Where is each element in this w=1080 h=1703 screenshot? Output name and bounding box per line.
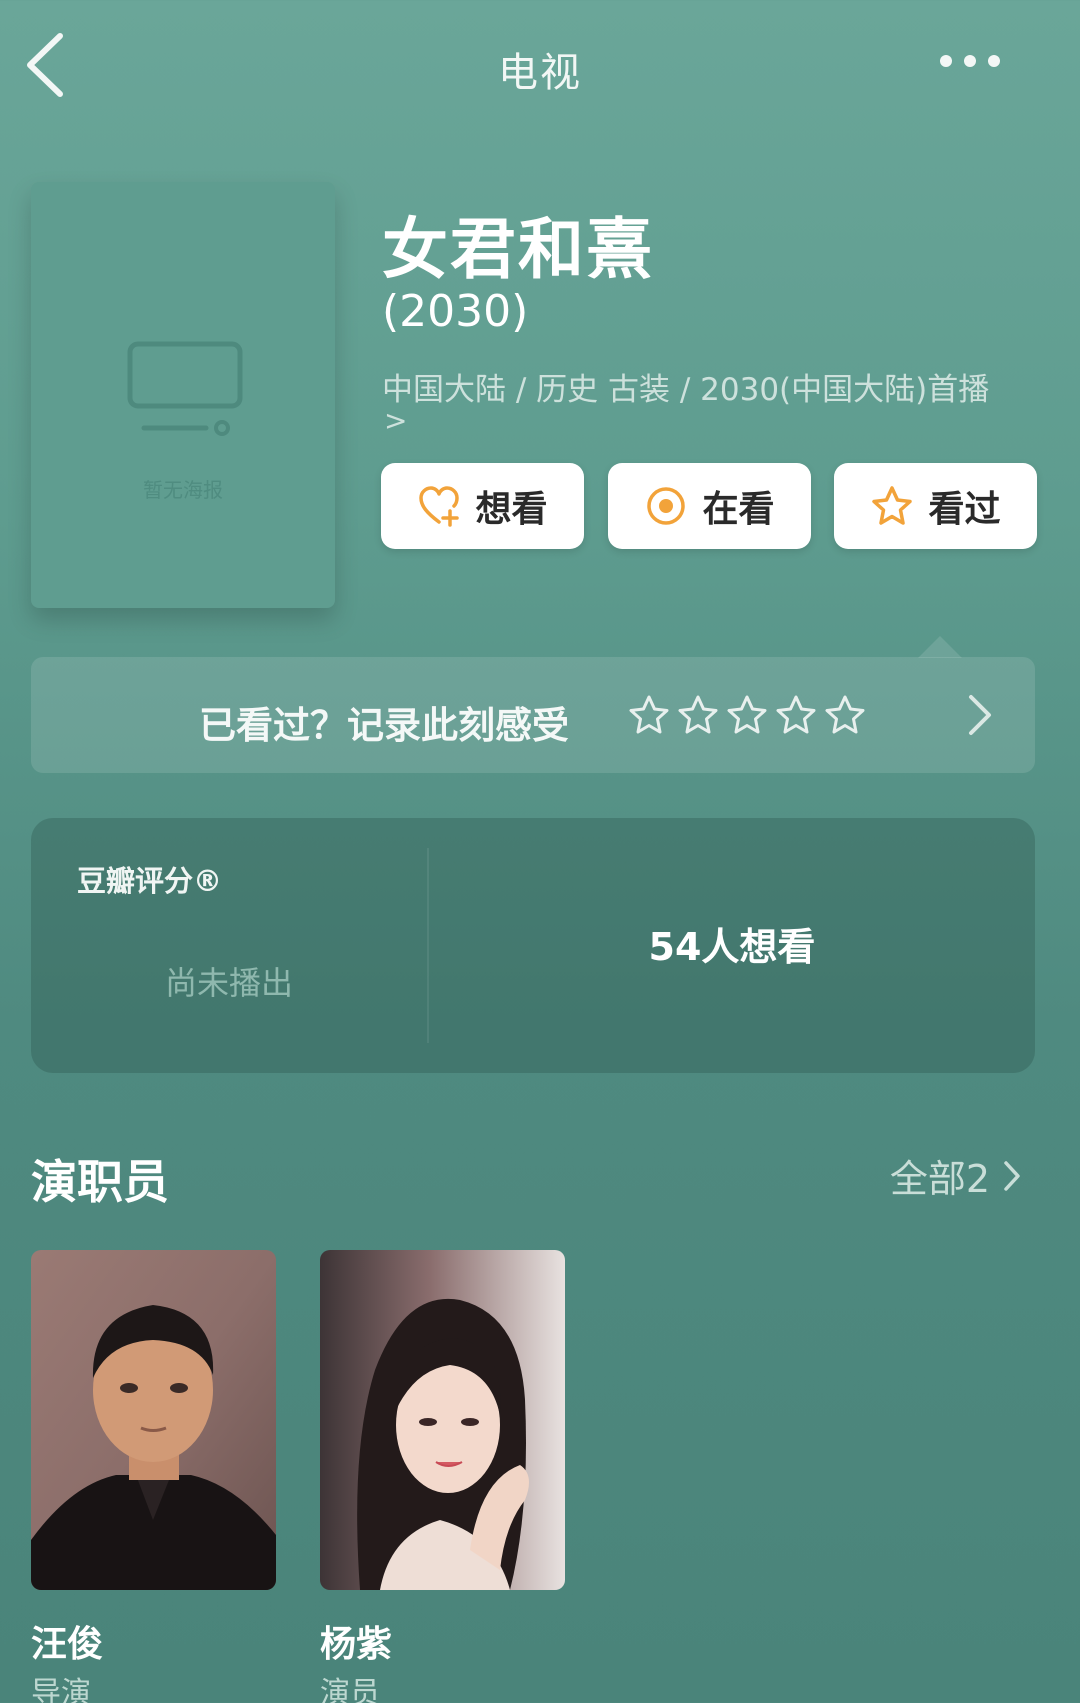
page-title: 电视 — [498, 50, 582, 96]
show-meta[interactable]: 中国大陆 / 历史 古装 / 2030(中国大陆)首播 — [382, 364, 989, 409]
want-button[interactable]: 想看 — [381, 463, 584, 549]
cast-all-label: 全部2 — [889, 1157, 990, 1201]
cast-name: 汪俊 — [31, 1624, 104, 1665]
empty-star-icon[interactable] — [823, 693, 867, 737]
rating-stars[interactable] — [627, 693, 872, 737]
cast-heading: 演职员 — [31, 1155, 169, 1209]
watched-button[interactable]: 看过 — [834, 463, 1037, 549]
cast-name: 杨紫 — [320, 1624, 393, 1665]
target-icon — [644, 484, 688, 528]
director-portrait — [31, 1250, 276, 1590]
cast-role: 演员 — [320, 1676, 380, 1703]
more-dot — [964, 55, 976, 67]
rate-bar-notch — [918, 636, 962, 658]
chevron-right-icon[interactable] — [965, 693, 995, 737]
cast-card[interactable]: 杨紫 演员 — [320, 1250, 565, 1703]
meta-arrow[interactable]: > — [384, 404, 407, 437]
top-bar: 电视 — [0, 0, 1080, 130]
heart-plus-icon — [417, 484, 461, 528]
cast-role: 导演 — [31, 1676, 91, 1703]
poster-placeholder[interactable]: 暂无海报 — [31, 182, 335, 608]
rating-panel: 豆瓣评分® 尚未播出 54人想看 — [31, 818, 1035, 1073]
star-icon — [870, 484, 914, 528]
rate-prompt-text: 已看过？记录此刻感受 — [199, 704, 569, 747]
watching-label: 在看 — [702, 489, 775, 530]
empty-star-icon[interactable] — [676, 693, 720, 737]
empty-star-icon[interactable] — [627, 693, 671, 737]
chevron-right-icon — [1004, 1160, 1020, 1191]
show-title: 女君和熹 — [382, 211, 654, 288]
show-year: (2030) — [382, 286, 529, 337]
want-label: 想看 — [475, 489, 548, 530]
cast-photo[interactable] — [31, 1250, 276, 1590]
empty-star-icon[interactable] — [725, 693, 769, 737]
watched-label: 看过 — [928, 489, 1001, 530]
poster-caption: 暂无海报 — [143, 478, 223, 502]
more-dot — [988, 55, 1000, 67]
rate-prompt-bar[interactable]: 已看过？记录此刻感受 — [31, 657, 1035, 773]
want-count[interactable]: 54人想看 — [429, 916, 1035, 971]
more-options-button[interactable] — [940, 52, 1020, 82]
score-status: 尚未播出 — [164, 964, 293, 1002]
actor-portrait — [320, 1250, 565, 1590]
cast-card[interactable]: 汪俊 导演 — [31, 1250, 276, 1703]
douban-score-label: 豆瓣评分® — [77, 864, 223, 898]
empty-star-icon[interactable] — [774, 693, 818, 737]
more-dot — [940, 55, 952, 67]
watching-button[interactable]: 在看 — [608, 463, 811, 549]
tv-icon — [127, 341, 243, 436]
cast-all-link[interactable]: 全部2 — [890, 1148, 1022, 1203]
cast-photo[interactable] — [320, 1250, 565, 1590]
